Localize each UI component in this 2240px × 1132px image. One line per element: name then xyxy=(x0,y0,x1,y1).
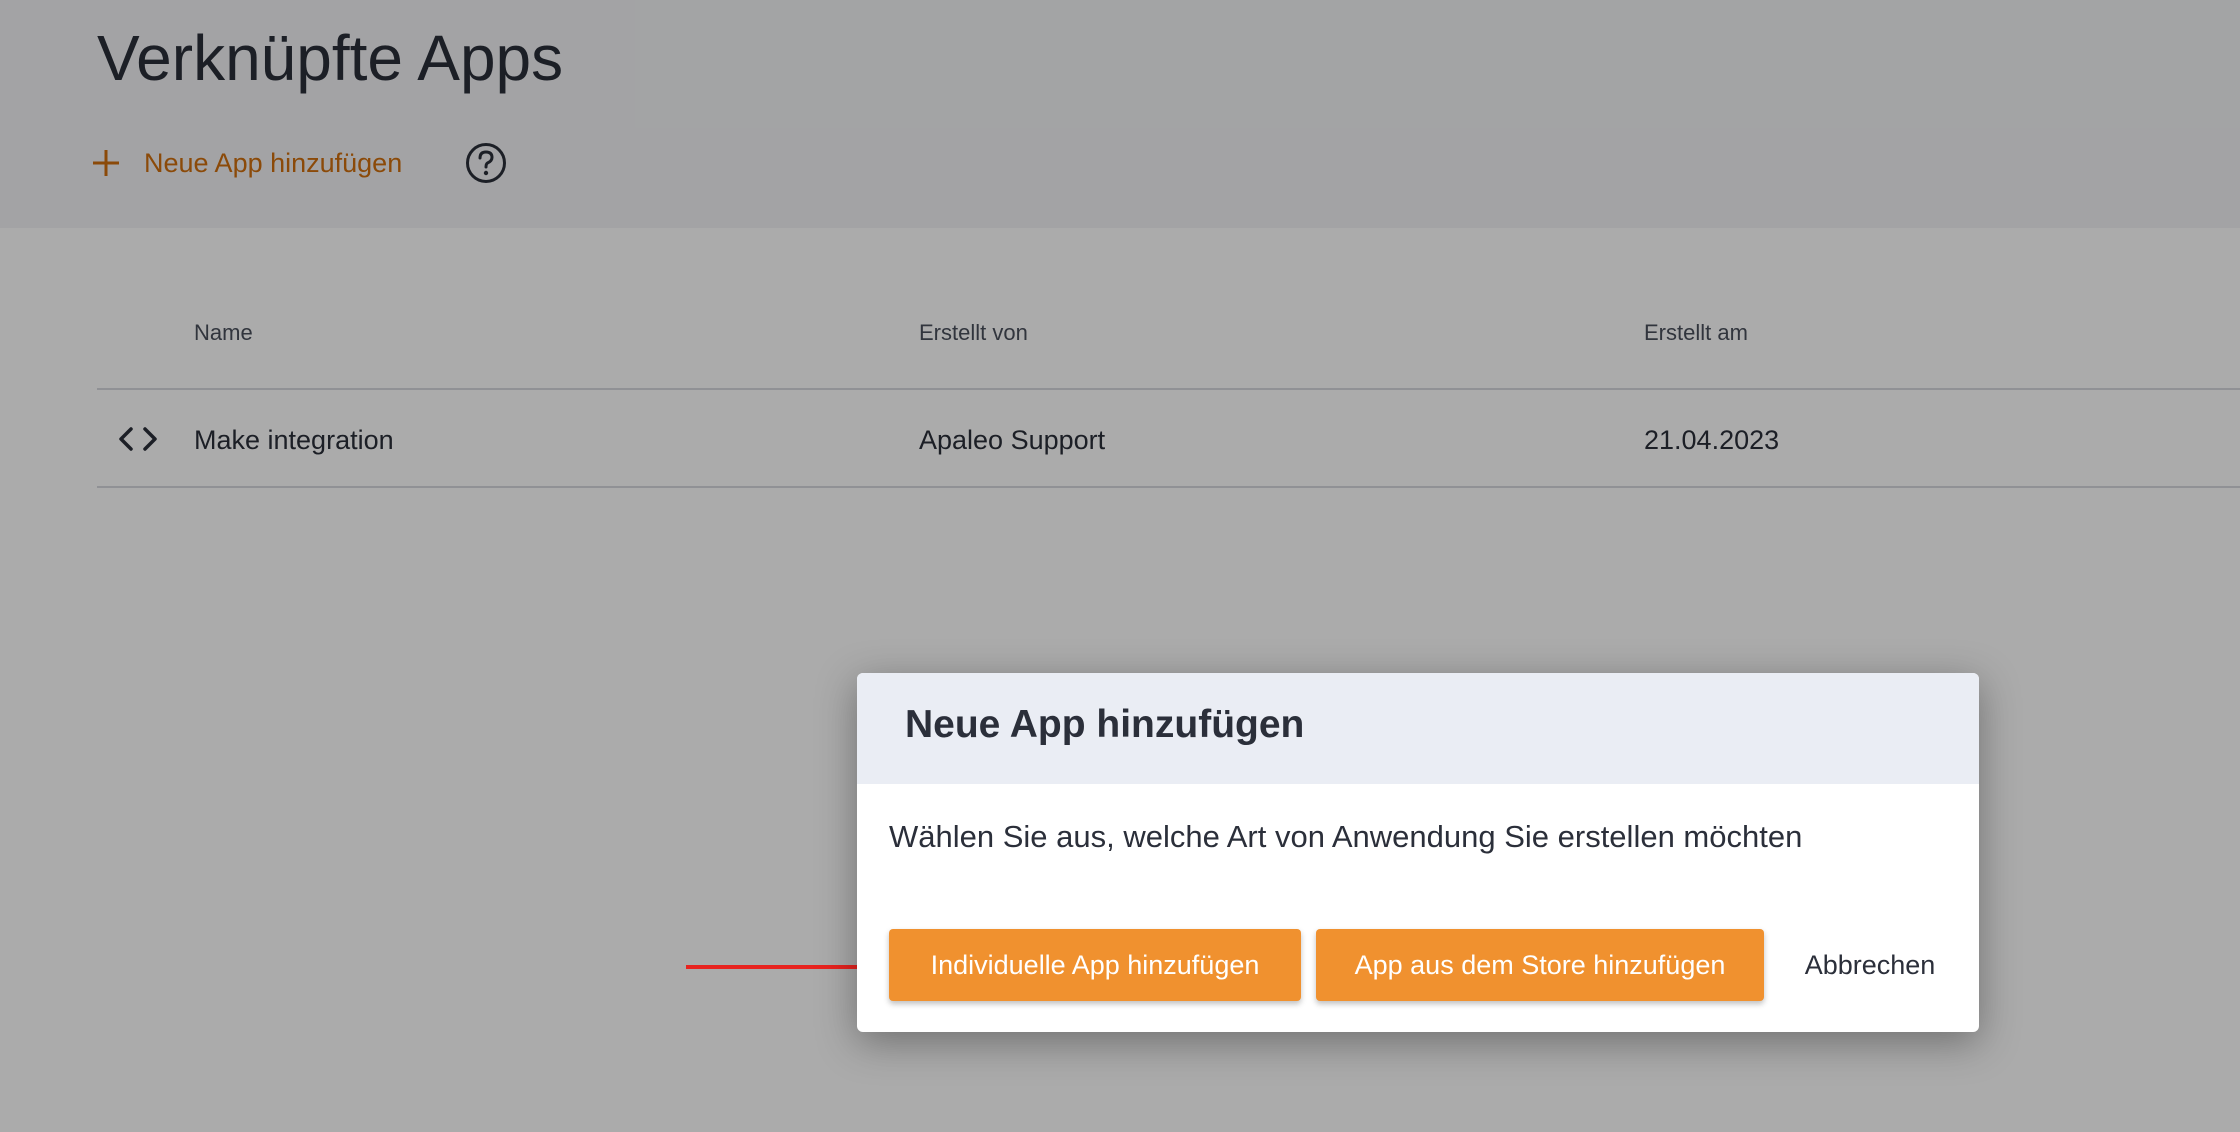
dialog-message: Wählen Sie aus, welche Art von Anwendung… xyxy=(889,819,1803,854)
dialog-title: Neue App hinzufügen xyxy=(905,703,1305,746)
add-store-app-button[interactable]: App aus dem Store hinzufügen xyxy=(1316,929,1764,1001)
cancel-button[interactable]: Abbrechen xyxy=(1775,929,1965,1001)
add-app-dialog: Neue App hinzufügen Wählen Sie aus, welc… xyxy=(857,673,1979,1032)
dialog-header: Neue App hinzufügen xyxy=(857,673,1979,784)
add-custom-app-button[interactable]: Individuelle App hinzufügen xyxy=(889,929,1301,1001)
